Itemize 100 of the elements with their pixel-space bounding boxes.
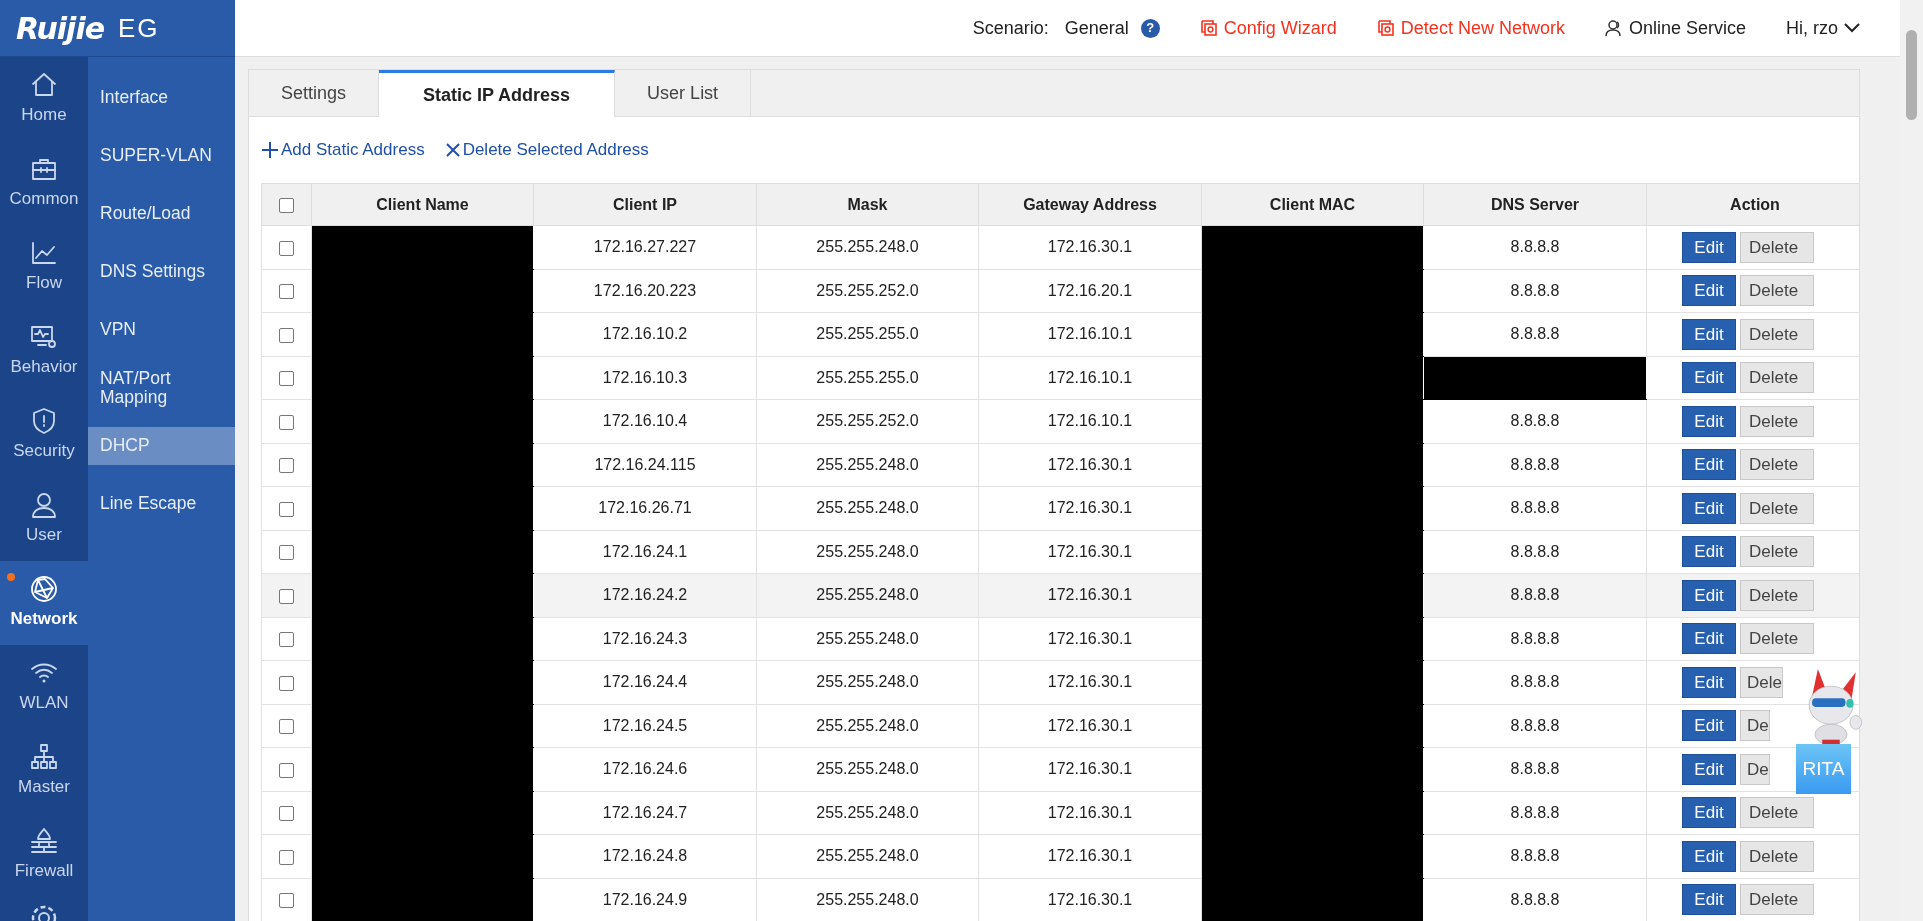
submenu-item[interactable]: SUPER-VLAN bbox=[88, 127, 235, 185]
submenu-item[interactable]: NAT/Port Mapping bbox=[88, 359, 235, 417]
globe-icon bbox=[29, 574, 59, 605]
delete-button[interactable]: Delete bbox=[1740, 536, 1814, 568]
tab[interactable]: User List bbox=[615, 70, 752, 116]
table-cell: 172.16.20.1 bbox=[978, 269, 1202, 313]
sidebar-item[interactable]: Home bbox=[0, 57, 88, 141]
select-all-checkbox[interactable] bbox=[279, 197, 294, 213]
delete-button[interactable]: Delete bbox=[1740, 231, 1814, 263]
edit-button[interactable]: Edit bbox=[1682, 840, 1736, 872]
table-cell: 255.255.248.0 bbox=[756, 660, 979, 704]
row-checkbox[interactable] bbox=[279, 240, 294, 256]
edit-button[interactable]: Edit bbox=[1682, 884, 1736, 916]
user-icon bbox=[29, 490, 59, 521]
table-cell: 172.16.30.1 bbox=[978, 530, 1202, 574]
table-cell: 255.255.248.0 bbox=[756, 573, 979, 617]
delete-button[interactable]: Delete bbox=[1740, 449, 1814, 481]
delete-button[interactable]: Delete bbox=[1740, 492, 1814, 524]
delete-button[interactable]: De bbox=[1740, 710, 1770, 742]
row-checkbox[interactable] bbox=[279, 632, 294, 647]
edit-button[interactable]: Edit bbox=[1682, 536, 1736, 568]
delete-button[interactable]: Delete bbox=[1740, 318, 1814, 350]
delete-button[interactable]: Delete bbox=[1740, 275, 1814, 307]
edit-button[interactable]: Edit bbox=[1682, 318, 1736, 350]
delete-button[interactable]: Delete bbox=[1740, 362, 1814, 394]
edit-button[interactable]: Edit bbox=[1682, 753, 1736, 785]
delete-link[interactable]: Delete Selected Address bbox=[444, 137, 649, 163]
tab[interactable]: Static IP Address bbox=[379, 70, 616, 117]
delete-button[interactable]: Delete bbox=[1740, 579, 1814, 611]
service-link[interactable]: Online Service bbox=[1604, 14, 1746, 42]
table-cell: 172.16.10.4 bbox=[533, 399, 757, 443]
sidebar-item[interactable]: Common bbox=[0, 141, 88, 225]
submenu-item[interactable]: VPN bbox=[88, 301, 235, 359]
edit-button[interactable]: Edit bbox=[1682, 449, 1736, 481]
edit-button[interactable]: Edit bbox=[1682, 362, 1736, 394]
delete-button[interactable]: Delete bbox=[1740, 840, 1814, 872]
sidebar-item[interactable]: Behavior bbox=[0, 309, 88, 393]
column-header: Client IP bbox=[533, 183, 757, 226]
user-menu[interactable]: Hi, rzo bbox=[1786, 14, 1860, 42]
row-checkbox[interactable] bbox=[279, 675, 294, 691]
row-checkbox[interactable] bbox=[279, 545, 294, 560]
submenu-item[interactable]: Line Escape bbox=[88, 475, 235, 533]
sidebar-item[interactable]: Security bbox=[0, 393, 88, 477]
help-icon[interactable]: ? bbox=[1140, 18, 1160, 38]
scenario-value: General bbox=[1064, 16, 1129, 40]
row-checkbox[interactable] bbox=[279, 849, 294, 865]
row-checkbox[interactable] bbox=[279, 762, 294, 778]
delete-button[interactable]: Delete bbox=[1740, 623, 1814, 655]
table-cell: 172.16.10.3 bbox=[533, 356, 757, 400]
brand-logo: Ruijie bbox=[16, 9, 104, 48]
delete-button[interactable]: De bbox=[1740, 753, 1770, 785]
row-checkbox[interactable] bbox=[279, 893, 294, 908]
row-checkbox[interactable] bbox=[279, 501, 294, 517]
edit-button[interactable]: Edit bbox=[1682, 492, 1736, 524]
table-cell: 255.255.248.0 bbox=[756, 704, 979, 748]
add-link[interactable]: Add Static Address bbox=[261, 137, 425, 163]
sidebar-item[interactable]: User bbox=[0, 477, 88, 561]
edit-button[interactable]: Edit bbox=[1682, 231, 1736, 263]
table-cell: 172.16.24.6 bbox=[533, 747, 757, 791]
sidebar-item[interactable]: Firewall bbox=[0, 813, 88, 897]
table-cell: 8.8.8.8 bbox=[1423, 312, 1647, 356]
sidebar-item[interactable]: Master bbox=[0, 729, 88, 813]
edit-button[interactable]: Edit bbox=[1682, 623, 1736, 655]
submenu-item[interactable]: DNS Settings bbox=[88, 243, 235, 301]
delete-button[interactable]: Delete bbox=[1740, 405, 1814, 437]
table-cell: 255.255.248.0 bbox=[756, 834, 979, 878]
table-cell: 255.255.248.0 bbox=[756, 225, 979, 269]
delete-button[interactable]: Delete bbox=[1740, 884, 1814, 916]
table-cell: 172.16.10.1 bbox=[978, 356, 1202, 400]
header-link[interactable]: Config Wizard bbox=[1199, 14, 1337, 42]
delete-button[interactable]: Dele bbox=[1740, 666, 1783, 698]
edit-button[interactable]: Edit bbox=[1682, 579, 1736, 611]
delete-button[interactable]: Delete bbox=[1740, 797, 1814, 829]
edit-button[interactable]: Edit bbox=[1682, 797, 1736, 829]
sidebar-item[interactable]: WLAN bbox=[0, 645, 88, 729]
row-checkbox[interactable] bbox=[279, 284, 294, 299]
submenu-item[interactable]: Route/Load bbox=[88, 185, 235, 243]
column-header: Client Name bbox=[311, 183, 534, 226]
table-cell: 172.16.24.2 bbox=[533, 573, 757, 617]
header-link[interactable]: Detect New Network bbox=[1376, 14, 1565, 42]
row-checkbox[interactable] bbox=[279, 588, 294, 604]
sidebar-item[interactable]: Flow bbox=[0, 225, 88, 309]
row-checkbox[interactable] bbox=[279, 327, 294, 343]
row-checkbox[interactable] bbox=[279, 414, 294, 430]
table-cell: 172.16.24.1 bbox=[533, 530, 757, 574]
close-icon bbox=[444, 142, 461, 158]
row-checkbox[interactable] bbox=[279, 719, 294, 734]
row-checkbox[interactable] bbox=[279, 371, 294, 386]
table-cell: 172.16.30.1 bbox=[978, 747, 1202, 791]
edit-button[interactable]: Edit bbox=[1682, 405, 1736, 437]
scrollbar-thumb[interactable] bbox=[1906, 30, 1917, 120]
row-checkbox[interactable] bbox=[279, 458, 294, 473]
sidebar-item[interactable]: Network bbox=[0, 561, 88, 645]
submenu-item[interactable]: Interface bbox=[88, 69, 235, 127]
row-checkbox[interactable] bbox=[279, 806, 294, 821]
edit-button[interactable]: Edit bbox=[1682, 275, 1736, 307]
edit-button[interactable]: Edit bbox=[1682, 710, 1736, 742]
table-cell: 172.16.26.71 bbox=[533, 486, 757, 530]
edit-button[interactable]: Edit bbox=[1682, 666, 1736, 698]
table-cell: 172.16.24.4 bbox=[533, 660, 757, 704]
